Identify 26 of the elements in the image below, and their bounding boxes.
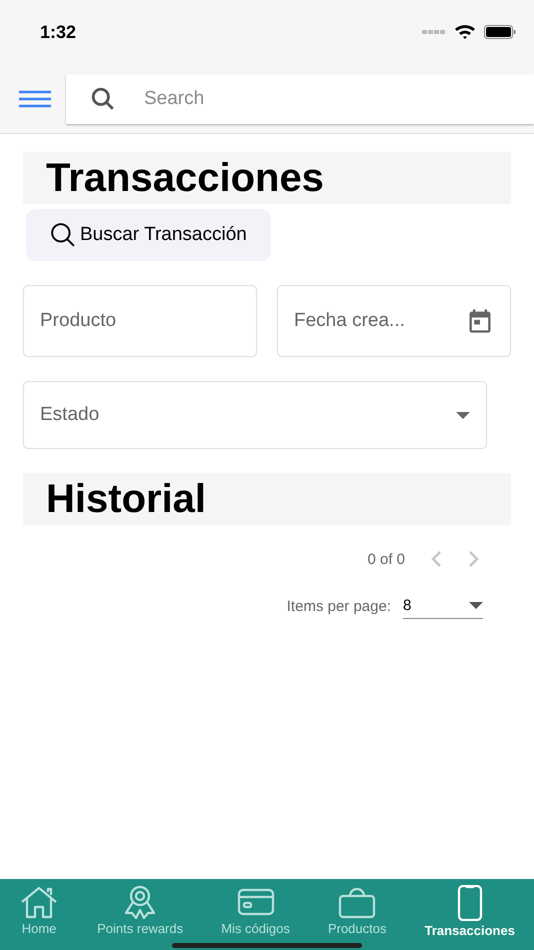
search-icon — [90, 86, 116, 112]
signal-dots-icon — [422, 30, 446, 34]
shopping-bag-icon — [337, 885, 378, 919]
dropdown-caret-icon — [456, 412, 470, 418]
items-per-page-label: Items per page: — [286, 598, 391, 614]
nav-tab[interactable]: Transacciones — [424, 885, 515, 938]
search-field[interactable]: Search — [66, 74, 534, 124]
dropdown-caret-icon — [469, 602, 483, 609]
items-per-page-select[interactable]: 8 — [403, 593, 483, 619]
nav-tab[interactable]: Productos — [328, 885, 386, 936]
status-dropdown[interactable]: Estado — [23, 381, 487, 449]
page-title: Transacciones — [23, 152, 511, 204]
nav-tab[interactable]: Points rewards — [97, 885, 184, 936]
status-time: 1:32 — [40, 22, 76, 42]
battery-icon — [484, 25, 516, 39]
section-title: Historial — [23, 473, 511, 525]
menu-icon[interactable] — [18, 90, 52, 108]
page-range: 0 of 0 — [367, 550, 405, 568]
search-icon — [50, 222, 76, 248]
date-field[interactable]: Fecha crea... — [277, 285, 511, 357]
house-icon — [19, 885, 60, 919]
nav-tab[interactable]: Mis códigos — [221, 885, 290, 936]
wifi-icon — [454, 24, 476, 40]
search-transaction-button[interactable]: Buscar Transacción — [26, 209, 271, 261]
nav-tab[interactable]: Home — [19, 885, 60, 936]
product-field[interactable]: Producto — [23, 285, 257, 357]
